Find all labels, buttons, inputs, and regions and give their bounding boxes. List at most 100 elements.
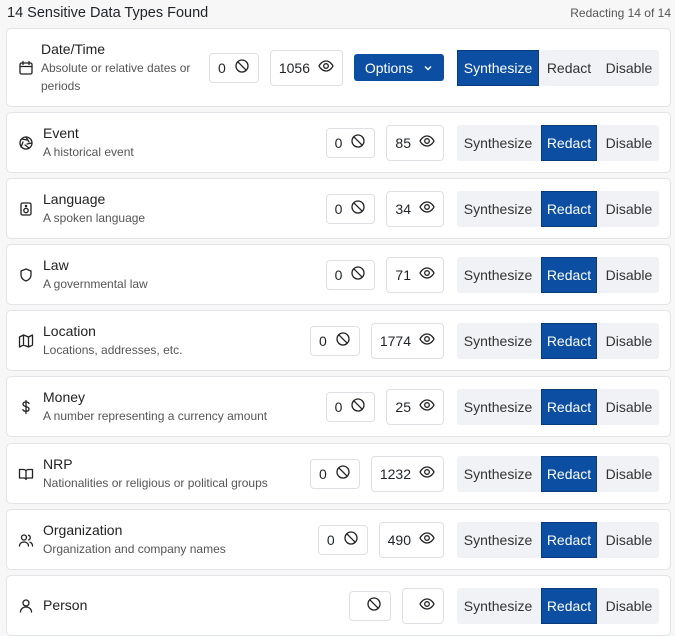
data-type-row: Language A spoken language 0 34 Synthesi… [6,178,671,239]
data-type-name: Language [43,190,106,207]
synthesize-button[interactable]: Synthesize [457,588,539,624]
disable-button[interactable]: Disable [599,522,659,558]
found-count-button[interactable]: 85 [386,124,444,161]
ban-icon [350,199,366,218]
eye-icon [419,331,435,350]
data-type-name: Organization [43,521,123,538]
ignored-count-button[interactable]: 0 [310,458,360,489]
book-icon [18,466,34,482]
aperture-icon [18,135,34,151]
ban-icon [350,133,366,152]
mode-toggle-group: Synthesize Redact Disable [457,190,659,227]
mode-toggle-group: Synthesize Redact Disable [457,256,659,293]
mode-toggle-group: Synthesize Redact Disable [457,49,659,86]
speaker-icon [18,201,34,217]
synthesize-button[interactable]: Synthesize [457,49,539,86]
eye-icon [419,596,435,615]
eye-icon [419,199,435,218]
page-title: 14 Sensitive Data Types Found [7,5,209,21]
data-type-description: Locations, addresses, etc. [43,342,183,357]
synthesize-button[interactable]: Synthesize [457,191,539,227]
ban-icon [343,530,359,549]
eye-icon [419,464,435,483]
synthesize-button[interactable]: Synthesize [457,323,539,359]
synthesize-button[interactable]: Synthesize [457,125,539,161]
redact-button[interactable]: Redact [541,587,597,624]
data-type-description: Organization and company names [43,541,226,556]
found-count-button[interactable]: 1232 [370,455,444,492]
disable-button[interactable]: Disable [599,191,659,227]
mode-toggle-group: Synthesize Redact Disable [457,455,659,492]
data-type-description: A historical event [43,144,134,159]
data-type-name: NRP [43,455,73,472]
ignored-count-button[interactable]: 0 [209,52,259,83]
found-count-button[interactable]: 490 [378,521,444,558]
ignored-count-button[interactable]: 0 [325,193,376,224]
data-type-row: Organization Organization and company na… [6,509,671,570]
data-type-row: Money A number representing a currency a… [6,376,671,437]
disable-button[interactable]: Disable [599,50,659,86]
data-type-row: Date/Time Absolute or relative dates or … [6,28,671,107]
dollar-icon [18,399,34,415]
redacting-status: Redacting 14 of 14 [570,6,671,20]
disable-button[interactable]: Disable [599,389,659,425]
header: 14 Sensitive Data Types Found Redacting … [7,5,671,21]
ban-icon [366,596,382,615]
redact-button[interactable]: Redact [541,190,597,227]
data-type-row: Event A historical event 0 85 Synthesize… [6,112,671,173]
ignored-count-button[interactable]: 0 [325,259,376,290]
ignored-count-button[interactable]: 0 [317,524,368,555]
found-count-button[interactable] [402,587,444,624]
data-type-name: Location [43,322,96,339]
redact-button[interactable]: Redact [541,124,597,161]
shield-icon [18,267,34,283]
synthesize-button[interactable]: Synthesize [457,389,539,425]
found-count-button[interactable]: 71 [386,256,444,293]
ignored-count-button[interactable] [349,590,391,621]
found-count-button[interactable]: 1774 [370,322,444,359]
redact-button[interactable]: Redact [541,50,597,86]
map-icon [18,333,34,349]
disable-button[interactable]: Disable [599,323,659,359]
ignored-count-button[interactable]: 0 [310,325,360,356]
data-type-row: Law A governmental law 0 71 Synthesize R… [6,244,671,305]
found-count-button[interactable]: 25 [386,388,444,425]
calendar-icon [18,60,34,76]
mode-toggle-group: Synthesize Redact Disable [457,124,659,161]
eye-icon [318,58,334,77]
disable-button[interactable]: Disable [599,257,659,293]
data-type-description: Nationalities or religious or political … [43,475,268,490]
disable-button[interactable]: Disable [599,588,659,624]
data-type-name: Event [43,124,79,141]
found-count-button[interactable]: 34 [386,190,444,227]
synthesize-button[interactable]: Synthesize [457,257,539,293]
users-icon [18,532,34,548]
redact-button[interactable]: Redact [541,388,597,425]
data-type-name: Person [43,596,88,613]
synthesize-button[interactable]: Synthesize [457,456,539,492]
disable-button[interactable]: Disable [599,125,659,161]
data-type-row: NRP Nationalities or religious or politi… [6,443,671,504]
options-button[interactable]: Options [354,54,444,81]
ignored-count-button[interactable]: 0 [325,127,376,158]
redact-button[interactable]: Redact [541,322,597,359]
mode-toggle-group: Synthesize Redact Disable [457,388,659,425]
redact-button[interactable]: Redact [541,455,597,492]
ignored-count-button[interactable]: 0 [325,391,376,422]
redact-button[interactable]: Redact [541,256,597,293]
disable-button[interactable]: Disable [599,456,659,492]
ban-icon [335,464,351,483]
ban-icon [234,58,250,77]
eye-icon [419,133,435,152]
chevron-down-icon [423,60,433,76]
found-count-button[interactable]: 1056 [269,49,343,86]
redact-button[interactable]: Redact [541,521,597,558]
data-type-description: Absolute or relative dates or periods [41,60,191,93]
synthesize-button[interactable]: Synthesize [457,522,539,558]
eye-icon [419,530,435,549]
data-type-row: Person Synthesize Redact Disable [6,575,671,636]
ban-icon [350,265,366,284]
eye-icon [419,397,435,416]
data-type-name: Date/Time [41,40,106,57]
data-type-description: A number representing a currency amount [43,408,268,423]
